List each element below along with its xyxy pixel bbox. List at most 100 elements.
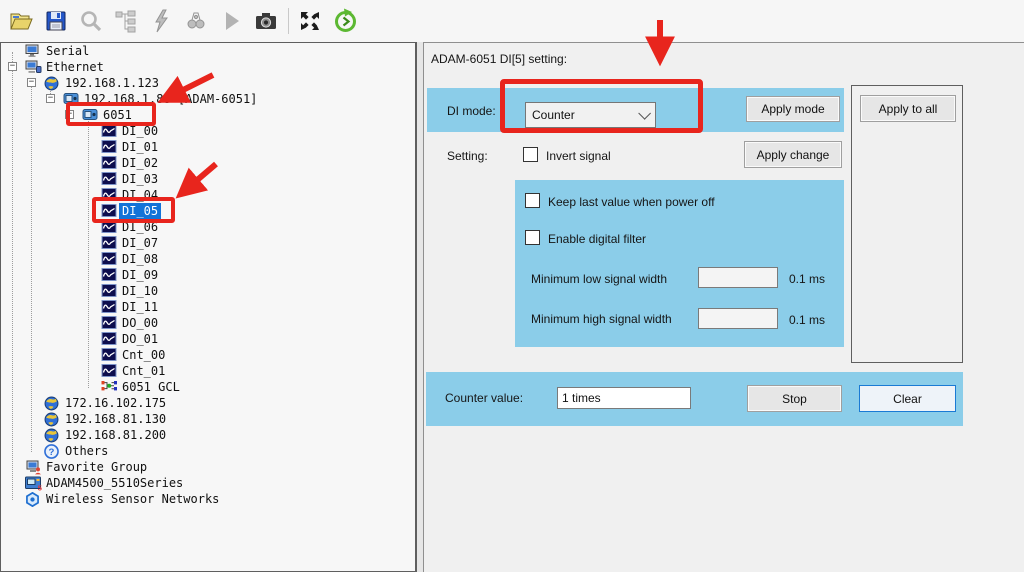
svg-text:?: ? — [49, 447, 55, 458]
tree-item-6051-gcl[interactable]: 6051 GCL — [1, 379, 415, 395]
channel-icon — [101, 140, 118, 154]
lightning-icon[interactable] — [146, 6, 176, 36]
tree-item-di-00[interactable]: DI_00 — [1, 123, 415, 139]
keep-last-value-label: Keep last value when power off — [548, 195, 715, 209]
tree-item-label: DO_00 — [119, 315, 161, 331]
camera-icon[interactable] — [251, 6, 281, 36]
invert-signal-checkbox[interactable] — [523, 147, 538, 162]
tree-expander-icon[interactable]: − — [46, 94, 55, 103]
tree-item-di-07[interactable]: DI_07 — [1, 235, 415, 251]
tree-item-di-03[interactable]: DI_03 — [1, 171, 415, 187]
min-low-unit: 0.1 ms — [789, 272, 825, 286]
tree-item-6051[interactable]: − 6051 — [1, 107, 415, 123]
tree-item-di-05[interactable]: DI_05 — [1, 203, 415, 219]
min-low-input[interactable] — [698, 267, 778, 288]
tree-item-serial[interactable]: Serial — [1, 43, 415, 59]
apply-to-all-panel — [851, 85, 963, 363]
favorite-group-icon — [25, 460, 42, 474]
tree-item-label: 192.168.81.200 — [62, 427, 169, 443]
channel-icon — [101, 156, 118, 170]
channel-icon — [101, 204, 118, 218]
min-high-input[interactable] — [698, 308, 778, 329]
apply-mode-button[interactable]: Apply mode — [746, 96, 840, 122]
tree-item-di-11[interactable]: DI_11 — [1, 299, 415, 315]
tree-item-label: Favorite Group — [43, 459, 150, 475]
channel-icon — [101, 268, 118, 282]
tree-item-label: Wireless Sensor Networks — [43, 491, 222, 507]
ethernet-icon — [25, 60, 42, 74]
tree-item-label: DO_01 — [119, 331, 161, 347]
tree-item-label: DI_11 — [119, 299, 161, 315]
others-icon: ? — [44, 444, 61, 458]
tree-item-192-168-1-123[interactable]: −192.168.1.123 — [1, 75, 415, 91]
di-mode-label: DI mode: — [447, 104, 496, 118]
tree-item-do-00[interactable]: DO_00 — [1, 315, 415, 331]
tree-item-di-10[interactable]: DI_10 — [1, 283, 415, 299]
tree-item-label: 192.168.81.130 — [62, 411, 169, 427]
invert-signal-label: Invert signal — [546, 149, 611, 163]
channel-icon — [101, 316, 118, 330]
refresh-icon[interactable] — [330, 6, 360, 36]
tree-item-label: 6051 — [100, 107, 135, 123]
stop-button[interactable]: Stop — [747, 385, 842, 412]
channel-icon — [101, 220, 118, 234]
tree-item-do-01[interactable]: DO_01 — [1, 331, 415, 347]
tree-item-label: DI_05 — [119, 203, 161, 219]
apply-change-button[interactable]: Apply change — [744, 141, 842, 168]
tree-item-cnt-01[interactable]: Cnt_01 — [1, 363, 415, 379]
channel-icon — [101, 252, 118, 266]
tree-item-label: DI_04 — [119, 187, 161, 203]
gcl-icon — [101, 380, 118, 394]
tree-item-others[interactable]: ? Others — [1, 443, 415, 459]
tree-expander-icon[interactable]: − — [8, 62, 17, 71]
stream-icon[interactable] — [181, 6, 211, 36]
tree-item-label: DI_09 — [119, 267, 161, 283]
open-folder-icon[interactable] — [6, 6, 36, 36]
tree-item-di-08[interactable]: DI_08 — [1, 251, 415, 267]
tree-item-favorite-group[interactable]: Favorite Group — [1, 459, 415, 475]
counter-value-label: Counter value: — [445, 391, 523, 405]
expand-icon[interactable] — [295, 6, 325, 36]
tree-item-wireless-sensor-networks[interactable]: Wireless Sensor Networks — [1, 491, 415, 507]
device-tree: Serial−Ethernet−192.168.1.123−192.168.1.… — [0, 42, 417, 572]
tree-item-label: Ethernet — [43, 59, 107, 75]
tree-item-ethernet[interactable]: − Ethernet — [1, 59, 415, 75]
tree-item-192-168-81-200[interactable]: 192.168.81.200 — [1, 427, 415, 443]
apply-to-all-button[interactable]: Apply to all — [860, 95, 956, 122]
counter-value-input[interactable] — [557, 387, 691, 409]
search-icon[interactable] — [76, 6, 106, 36]
clear-button[interactable]: Clear — [859, 385, 956, 412]
tree-item-cnt-00[interactable]: Cnt_00 — [1, 347, 415, 363]
tree-item-di-02[interactable]: DI_02 — [1, 155, 415, 171]
channel-icon — [101, 300, 118, 314]
play-icon[interactable] — [216, 6, 246, 36]
tree-item-adam4500-5510series[interactable]: 5ADAM4500_5510Series — [1, 475, 415, 491]
tree-expander-icon[interactable]: − — [27, 78, 36, 87]
panel-title: ADAM-6051 DI[5] setting: — [431, 52, 567, 66]
enable-digital-filter-checkbox[interactable] — [525, 230, 540, 245]
di-mode-dropdown[interactable]: Counter — [525, 102, 656, 128]
tree-item-192-168-81-130[interactable]: 192.168.81.130 — [1, 411, 415, 427]
tree-item-di-09[interactable]: DI_09 — [1, 267, 415, 283]
chevron-down-icon — [638, 107, 651, 120]
tree-item-label: DI_10 — [119, 283, 161, 299]
save-icon[interactable] — [41, 6, 71, 36]
topology-icon[interactable] — [111, 6, 141, 36]
tree-item-192-168-1-88-adam-6051-[interactable]: −192.168.1.88-[ADAM-6051] — [1, 91, 415, 107]
adam4500-icon: 5 — [25, 476, 42, 490]
toolbar — [0, 0, 1024, 42]
keep-last-value-checkbox[interactable] — [525, 193, 540, 208]
toolbar-separator — [288, 8, 289, 34]
svg-text:5: 5 — [38, 483, 42, 491]
tree-item-di-04[interactable]: DI_04 — [1, 187, 415, 203]
computer-icon — [25, 44, 42, 58]
tree-expander-icon[interactable]: − — [65, 110, 74, 119]
tree-item-di-06[interactable]: DI_06 — [1, 219, 415, 235]
tree-item-di-01[interactable]: DI_01 — [1, 139, 415, 155]
globe-icon — [44, 428, 61, 442]
device-icon — [63, 92, 80, 106]
tree-item-172-16-102-175[interactable]: 172.16.102.175 — [1, 395, 415, 411]
min-high-unit: 0.1 ms — [789, 313, 825, 327]
tree-item-label: Serial — [43, 43, 92, 59]
tree-item-label: Others — [62, 443, 111, 459]
